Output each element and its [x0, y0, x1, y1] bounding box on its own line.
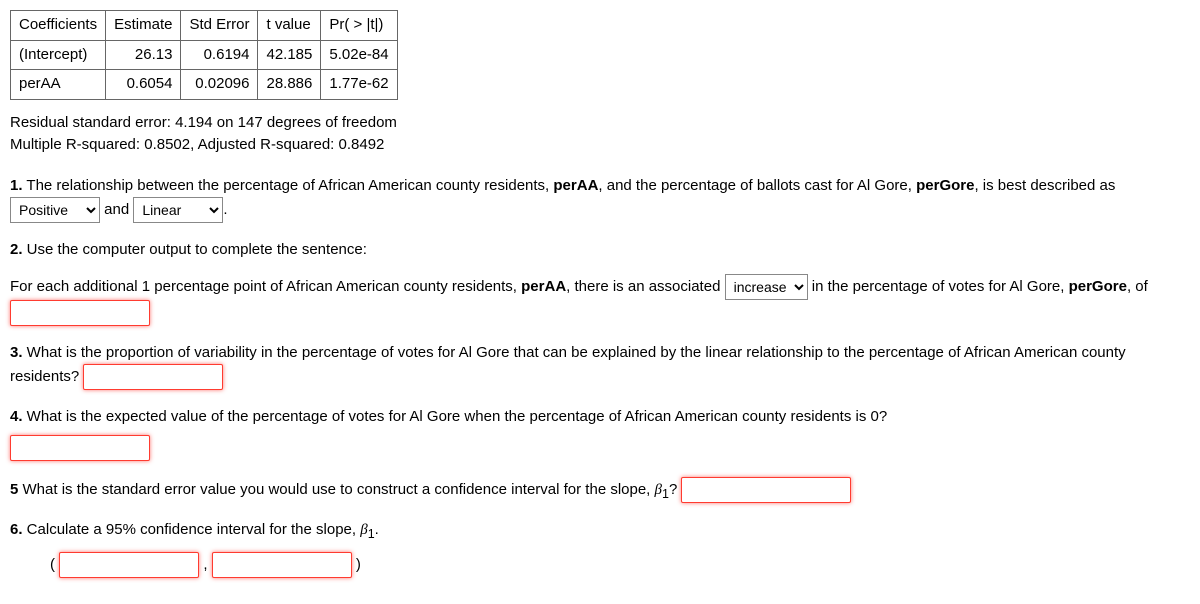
- q5-value-input[interactable]: [681, 477, 851, 503]
- q6-text-a: Calculate a 95% confidence interval for …: [23, 521, 361, 538]
- q1-direction-select[interactable]: Positive: [10, 197, 100, 223]
- q6-lower-input[interactable]: [59, 552, 199, 578]
- q1-text-b: , and the percentage of ballots cast for…: [598, 177, 916, 194]
- col-stderror: Std Error: [181, 11, 258, 41]
- row-estimate: 0.6054: [106, 70, 181, 100]
- q5-text-b: ?: [669, 480, 682, 497]
- row-t: 28.886: [258, 70, 321, 100]
- q6-lparen: (: [50, 556, 55, 573]
- q1-prefix: 1.: [10, 177, 23, 194]
- q3-value-input[interactable]: [83, 364, 223, 390]
- q3-prefix: 3.: [10, 344, 23, 361]
- row-label: perAA: [11, 70, 106, 100]
- q5-text-a: What is the standard error value you wou…: [18, 480, 654, 497]
- col-tvalue: t value: [258, 11, 321, 41]
- q6-beta: β: [360, 522, 367, 538]
- q2-prefix: 2.: [10, 241, 23, 258]
- q2-text-b: , there is an associated: [566, 277, 724, 294]
- table-row: (Intercept) 26.13 0.6194 42.185 5.02e-84: [11, 40, 398, 70]
- coefficients-table: Coefficients Estimate Std Error t value …: [10, 10, 398, 100]
- row-se: 0.02096: [181, 70, 258, 100]
- q2-perGore: perGore: [1069, 277, 1127, 294]
- q1-perGore: perGore: [916, 177, 974, 194]
- row-label: (Intercept): [11, 40, 106, 70]
- q4-prefix: 4.: [10, 408, 23, 425]
- q1-text-c: , is best described as: [974, 177, 1115, 194]
- summary-stats: Residual standard error: 4.194 on 147 de…: [10, 112, 1190, 157]
- col-coefficients: Coefficients: [11, 11, 106, 41]
- q4-value-input[interactable]: [10, 435, 150, 461]
- q4-text: What is the expected value of the percen…: [23, 408, 888, 425]
- col-estimate: Estimate: [106, 11, 181, 41]
- q2-text-d: , of: [1127, 277, 1148, 294]
- question-1: 1. The relationship between the percenta…: [10, 175, 1190, 224]
- q5-beta: β: [655, 481, 662, 497]
- q1-text-a: The relationship between the percentage …: [23, 177, 554, 194]
- question-6: 6. Calculate a 95% confidence interval f…: [10, 519, 1190, 578]
- q2-text-c: in the percentage of votes for Al Gore,: [808, 277, 1069, 294]
- q2-direction-select[interactable]: increase: [725, 274, 808, 300]
- q1-shape-select[interactable]: Linear: [133, 197, 223, 223]
- q2-text-a: For each additional 1 percentage point o…: [10, 277, 521, 294]
- q6-prefix: 6.: [10, 521, 23, 538]
- rsquared-line: Multiple R-squared: 0.8502, Adjusted R-s…: [10, 134, 1190, 157]
- q6-comma: ,: [199, 556, 212, 573]
- row-estimate: 26.13: [106, 40, 181, 70]
- table-row: perAA 0.6054 0.02096 28.886 1.77e-62: [11, 70, 398, 100]
- q6-sub: 1: [368, 527, 375, 541]
- q2-perAA: perAA: [521, 277, 566, 294]
- q1-end: .: [223, 201, 227, 218]
- q2-heading: Use the computer output to complete the …: [23, 241, 367, 258]
- question-2: 2. Use the computer output to complete t…: [10, 239, 1190, 326]
- q6-text-b: .: [375, 521, 379, 538]
- row-p: 1.77e-62: [321, 70, 397, 100]
- row-se: 0.6194: [181, 40, 258, 70]
- q6-rparen: ): [356, 556, 361, 573]
- col-pvalue: Pr( > |t|): [321, 11, 397, 41]
- table-header-row: Coefficients Estimate Std Error t value …: [11, 11, 398, 41]
- q2-value-input[interactable]: [10, 300, 150, 326]
- row-t: 42.185: [258, 40, 321, 70]
- question-4: 4. What is the expected value of the per…: [10, 406, 1190, 461]
- q1-and: and: [100, 201, 133, 218]
- question-5: 5 What is the standard error value you w…: [10, 477, 1190, 504]
- q1-perAA: perAA: [553, 177, 598, 194]
- row-p: 5.02e-84: [321, 40, 397, 70]
- q5-sub: 1: [662, 486, 669, 500]
- q6-upper-input[interactable]: [212, 552, 352, 578]
- residual-se-line: Residual standard error: 4.194 on 147 de…: [10, 112, 1190, 135]
- question-3: 3. What is the proportion of variability…: [10, 342, 1190, 391]
